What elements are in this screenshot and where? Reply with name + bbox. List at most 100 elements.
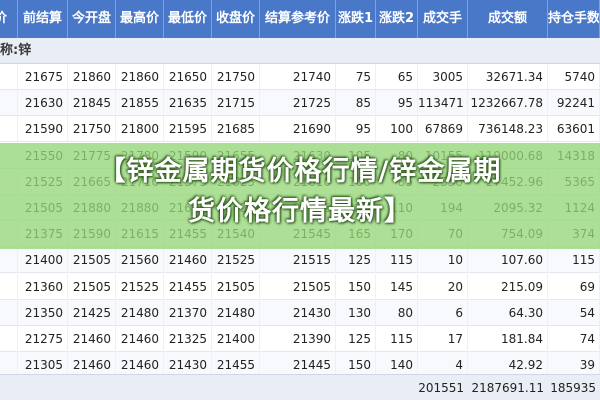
table-cell: 21390: [260, 326, 336, 352]
table-cell: 21400: [18, 247, 68, 274]
table-cell: 125: [336, 326, 376, 352]
table-cell: [0, 326, 18, 352]
table-cell: 20: [418, 273, 468, 300]
table-cell: 75: [336, 64, 376, 90]
total-volume: 201551: [418, 381, 464, 395]
header-cell[interactable]: 涨跌1: [336, 0, 376, 38]
table-cell: 6: [418, 299, 468, 326]
table-cell: 21350: [18, 299, 68, 326]
header-cell[interactable]: 价: [0, 0, 18, 38]
table-row[interactable]: 21590 21750 21800 21595 21685 21690 95 100 67869…: [0, 116, 600, 143]
table-cell: 21750: [212, 64, 260, 90]
table-cell: 74: [548, 326, 600, 352]
overlay-title-line2: 货价格行情最新】: [188, 196, 412, 227]
table-cell: 115: [376, 326, 418, 352]
table-cell: 21855: [116, 90, 164, 117]
header-cell[interactable]: 成交额: [468, 0, 548, 38]
group-label: 称:锌: [0, 43, 32, 58]
table-cell: 21685: [212, 116, 260, 143]
table-row[interactable]: 21350 21425 21480 21370 21480 21430 130 80 6 64.3…: [0, 299, 600, 326]
table-cell: [0, 90, 18, 117]
table-cell: 21370: [164, 299, 212, 326]
table-cell: 21360: [18, 273, 68, 300]
header-cell[interactable]: 最低价: [164, 0, 212, 38]
table-cell: 65: [376, 64, 418, 90]
table-cell: 80: [376, 299, 418, 326]
table-cell: 3005: [418, 64, 468, 90]
header-cell[interactable]: 最高价: [116, 0, 164, 38]
group-row: 称:锌: [0, 38, 600, 64]
table-cell: 95: [376, 90, 418, 117]
table-row[interactable]: 21275 21460 21460 21325 21400 21390 125 115 17 18…: [0, 326, 600, 352]
table-cell: 115: [548, 247, 600, 274]
table-cell: 69: [548, 273, 600, 300]
table-cell: 21480: [116, 299, 164, 326]
overlay-title-line1: 【锌金属期货价格行情/锌金属期: [98, 156, 502, 187]
header-cell[interactable]: 成交手: [418, 0, 468, 38]
table-cell: 21800: [116, 116, 164, 143]
table-cell: 5740: [548, 64, 600, 90]
header-cell[interactable]: 持仓手数: [548, 0, 600, 38]
table-cell: 21480: [212, 299, 260, 326]
table-cell: 17: [418, 326, 468, 352]
table-cell: 115: [376, 247, 418, 274]
table-cell: 1232667.78: [468, 90, 548, 117]
table-cell: 21750: [68, 116, 116, 143]
table-cell: 736148.23: [468, 116, 548, 143]
table-cell: 181.84: [468, 326, 548, 352]
table-cell: 21675: [18, 64, 68, 90]
table-cell: 107.60: [468, 247, 548, 274]
header-cell[interactable]: 今开盘: [68, 0, 116, 38]
table-cell: 21275: [18, 326, 68, 352]
table-cell: 63601: [548, 116, 600, 143]
table-cell: 215.09: [468, 273, 548, 300]
table-cell: [0, 64, 18, 90]
table-cell: 150: [336, 273, 376, 300]
table-cell: 125: [336, 247, 376, 274]
table-cell: 21505: [68, 247, 116, 274]
header-cell[interactable]: 涨跌2: [376, 0, 418, 38]
table-row[interactable]: 21675 21860 21860 21650 21750 21740 75 65 3005 32…: [0, 64, 600, 90]
table-cell: [0, 116, 18, 143]
table-cell: [0, 299, 18, 326]
table-cell: 21630: [18, 90, 68, 117]
table-cell: 21515: [260, 247, 336, 274]
table-cell: 32671.34: [468, 64, 548, 90]
table-row[interactable]: 21630 21845 21855 21635 21715 21725 85 95 113471…: [0, 90, 600, 117]
table-cell: 21525: [116, 273, 164, 300]
table-header: 价 前结算 今开盘 最高价 最低价 收盘价 结算参考价 涨跌1 涨跌2 成交手 …: [0, 0, 600, 38]
table-cell: 130: [336, 299, 376, 326]
table-cell: 145: [376, 273, 418, 300]
header-cell[interactable]: 前结算: [18, 0, 68, 38]
table-cell: 21425: [68, 299, 116, 326]
total-turnover: 2187691.11: [471, 381, 544, 395]
table-cell: 85: [336, 90, 376, 117]
table-cell: 64.30: [468, 299, 548, 326]
table-cell: 21430: [260, 299, 336, 326]
table-cell: 21715: [212, 90, 260, 117]
table-cell: 21460: [164, 247, 212, 274]
table-cell: 21560: [116, 247, 164, 274]
table-cell: 21505: [68, 273, 116, 300]
table-cell: 21740: [260, 64, 336, 90]
table-cell: 21400: [212, 326, 260, 352]
table-cell: 21860: [68, 64, 116, 90]
header-cell[interactable]: 结算参考价: [260, 0, 336, 38]
table-cell: [0, 247, 18, 274]
table-cell: 95: [336, 116, 376, 143]
table-cell: 21595: [164, 116, 212, 143]
table-cell: [0, 273, 18, 300]
table-cell: 21505: [212, 273, 260, 300]
totals-row: 201551 2187691.11 185935: [0, 374, 600, 400]
table-row[interactable]: 21360 21505 21525 21455 21505 21505 150 145 20 21…: [0, 273, 600, 300]
header-cell[interactable]: 收盘价: [212, 0, 260, 38]
table-cell: 21525: [212, 247, 260, 274]
overlay-title: 【锌金属期货价格行情/锌金属期 货价格行情最新】: [0, 152, 600, 232]
table-cell: 67869: [418, 116, 468, 143]
table-row[interactable]: 21400 21505 21560 21460 21525 21515 125 115 10 10…: [0, 247, 600, 274]
table-cell: 113471: [418, 90, 468, 117]
table-cell: 21650: [164, 64, 212, 90]
table-cell: 54: [548, 299, 600, 326]
table-cell: 21325: [164, 326, 212, 352]
table-cell: 21460: [116, 326, 164, 352]
